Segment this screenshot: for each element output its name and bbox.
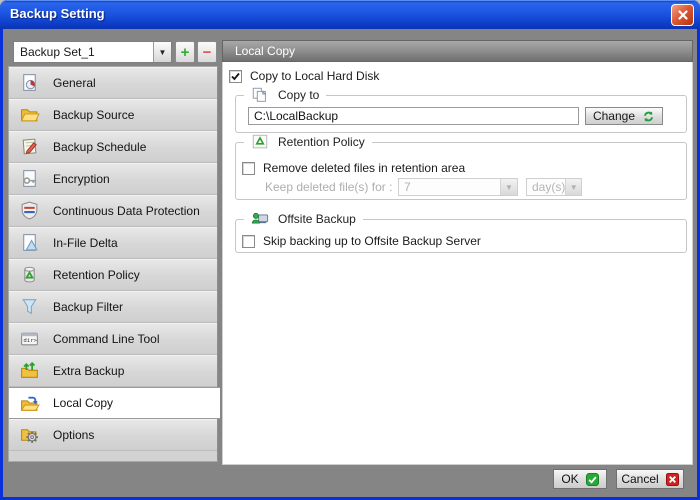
offsite-backup-group: Offsite Backup Skip backing up to Offsit… — [235, 219, 687, 253]
backup-set-value: Backup Set_1 — [14, 45, 153, 59]
copy-to-local-row: Copy to Local Hard Disk — [229, 69, 379, 83]
sidebar-item-in-file-delta[interactable]: In-File Delta — [9, 227, 217, 259]
refresh-icon — [642, 110, 655, 123]
sidebar-item-label: Backup Filter — [53, 300, 123, 314]
main-panel: Copy to Local Hard Disk Copy to C:\Local… — [222, 62, 693, 465]
sidebar-item-label: Local Copy — [53, 396, 113, 410]
chevron-down-icon[interactable]: ▼ — [153, 42, 171, 62]
checkmark-icon — [230, 71, 241, 82]
sidebar-item-label: Continuous Data Protection — [53, 204, 200, 218]
extra-backup-icon — [19, 360, 40, 381]
sidebar-item-label: Encryption — [53, 172, 110, 186]
ok-button-label: OK — [561, 472, 578, 486]
skip-offsite-label: Skip backing up to Offsite Backup Server — [263, 234, 481, 248]
ok-check-icon — [586, 473, 599, 486]
sidebar-item-label: Backup Source — [53, 108, 134, 122]
close-icon[interactable] — [671, 4, 694, 26]
options-icon — [19, 424, 40, 445]
sidebar-item-backup-filter[interactable]: Backup Filter — [9, 291, 217, 323]
sidebar-item-label: Extra Backup — [53, 364, 124, 378]
copy-to-legend: Copy to — [244, 86, 326, 104]
sidebar-nav: General Backup Source Backup Schedule En… — [8, 66, 218, 462]
copy-to-group: Copy to C:\LocalBackup Change — [235, 95, 687, 133]
copy-to-local-checkbox[interactable] — [229, 70, 242, 83]
general-icon — [19, 72, 40, 93]
retention-policy-group: Retention Policy Remove deleted files in… — [235, 142, 687, 200]
skip-offsite-row: Skip backing up to Offsite Backup Server — [242, 234, 481, 248]
chevron-down-icon[interactable]: ▼ — [500, 179, 517, 195]
sidebar-item-options[interactable]: Options — [9, 419, 217, 451]
keep-deleted-unit: day(s) — [527, 180, 565, 194]
keep-deleted-unit-select[interactable]: day(s) ▼ — [526, 178, 582, 196]
offsite-backup-legend: Offsite Backup — [244, 210, 363, 228]
sidebar-item-label: General — [53, 76, 96, 90]
skip-offsite-checkbox[interactable] — [242, 235, 255, 248]
sidebar-item-label: Backup Schedule — [53, 140, 146, 154]
sidebar-item-label: Retention Policy — [53, 268, 140, 282]
page-title: Local Copy — [235, 44, 295, 58]
remove-deleted-row: Remove deleted files in retention area — [242, 161, 465, 175]
encryption-icon — [19, 168, 40, 189]
cancel-button[interactable]: Cancel — [616, 469, 684, 489]
cancel-button-label: Cancel — [621, 472, 658, 486]
backup-schedule-icon — [19, 136, 40, 157]
sidebar-item-general[interactable]: General — [9, 67, 217, 99]
continuous-data-protection-icon — [19, 200, 40, 221]
sidebar-item-backup-schedule[interactable]: Backup Schedule — [9, 131, 217, 163]
copy-icon — [251, 86, 269, 104]
ok-button[interactable]: OK — [553, 469, 607, 489]
command-line-tool-icon: dir> — [19, 328, 40, 349]
keep-deleted-label: Keep deleted file(s) for : — [265, 180, 392, 194]
dialog-body: Backup Set_1 ▼ + − General Backup Source… — [3, 29, 697, 497]
offsite-backup-legend-label: Offsite Backup — [278, 212, 356, 226]
sidebar-item-label: Options — [53, 428, 94, 442]
retention-policy-legend-label: Retention Policy — [278, 135, 365, 149]
retention-policy-icon — [19, 264, 40, 285]
retention-policy-legend: Retention Policy — [244, 133, 372, 151]
offsite-backup-icon — [251, 210, 269, 228]
main-panel-header: Local Copy — [222, 40, 693, 62]
sidebar-item-label: In-File Delta — [53, 236, 118, 250]
sidebar-item-local-copy[interactable]: Local Copy — [9, 387, 220, 419]
retention-bin-icon — [251, 133, 269, 151]
titlebar: Backup Setting — [0, 0, 700, 29]
local-copy-icon — [19, 393, 40, 414]
remove-backup-set-button[interactable]: − — [197, 41, 217, 63]
change-button-label: Change — [593, 109, 635, 123]
sidebar-item-extra-backup[interactable]: Extra Backup — [9, 355, 217, 387]
sidebar-item-command-line-tool[interactable]: dir> Command Line Tool — [9, 323, 217, 355]
backup-setting-dialog: Backup Setting Backup Set_1 ▼ + − Genera… — [0, 0, 700, 500]
local-copy-path-input[interactable]: C:\LocalBackup — [248, 107, 579, 125]
remove-deleted-checkbox[interactable] — [242, 162, 255, 175]
change-button[interactable]: Change — [585, 107, 663, 125]
copy-to-local-label: Copy to Local Hard Disk — [250, 69, 379, 83]
backup-filter-icon — [19, 296, 40, 317]
sidebar-item-retention-policy[interactable]: Retention Policy — [9, 259, 217, 291]
cancel-x-icon — [666, 473, 679, 486]
sidebar-item-continuous-data-protection[interactable]: Continuous Data Protection — [9, 195, 217, 227]
chevron-down-icon[interactable]: ▼ — [565, 179, 581, 195]
svg-text:dir>: dir> — [23, 338, 37, 344]
in-file-delta-icon — [19, 232, 40, 253]
copy-to-legend-label: Copy to — [278, 88, 319, 102]
keep-deleted-value-select[interactable]: 7 ▼ — [398, 178, 518, 196]
keep-deleted-value: 7 — [399, 180, 500, 194]
backup-source-icon — [19, 104, 40, 125]
add-backup-set-button[interactable]: + — [175, 41, 195, 63]
remove-deleted-label: Remove deleted files in retention area — [263, 161, 465, 175]
backup-set-select[interactable]: Backup Set_1 ▼ — [13, 41, 172, 63]
sidebar-item-label: Command Line Tool — [53, 332, 160, 346]
window-title: Backup Setting — [10, 6, 105, 21]
sidebar-item-backup-source[interactable]: Backup Source — [9, 99, 217, 131]
local-copy-path-value: C:\LocalBackup — [254, 109, 338, 123]
sidebar-item-encryption[interactable]: Encryption — [9, 163, 217, 195]
